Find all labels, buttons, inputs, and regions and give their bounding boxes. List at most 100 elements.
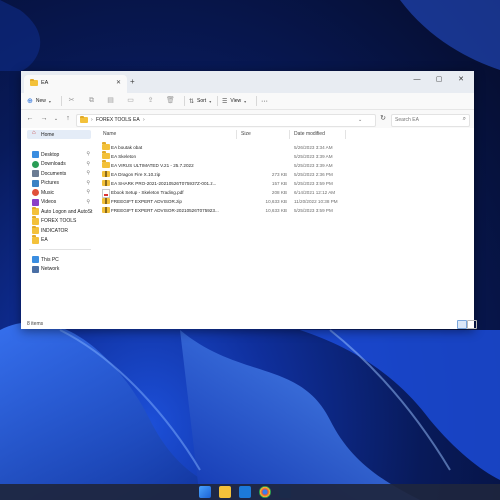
column-divider[interactable] [289,130,290,139]
nav-item-videos[interactable]: Videos ⚲ [27,198,91,207]
nav-item-indicator[interactable]: INDICATOR [27,225,91,235]
pin-icon[interactable]: ⚲ [86,189,90,195]
file-row[interactable]: EA VIRUS ULTIMATED V.21 - 25.7.2022 5/25… [95,160,474,169]
search-input[interactable] [395,116,455,124]
nav-item-network[interactable]: Network [27,265,91,274]
more-options-button[interactable]: ··· [261,96,268,106]
view-icon: ☰ [222,98,228,105]
nav-item-downloads[interactable]: Downloads ⚲ [27,160,91,169]
nav-item-desktop[interactable]: Desktop ⚲ [27,150,91,159]
file-name: FREEGIFT EXPERT ADVISOR.zip [111,198,182,204]
chevron-down-icon[interactable]: ⌄ [358,117,362,123]
file-date: 5/26/2023 3:34 AM [294,144,333,150]
file-name: Ebook Setup - Skeleton Trading.pdf [111,189,184,195]
nav-item-ea[interactable]: EA [27,235,91,245]
sort-button[interactable]: ⇅ Sort ▾ [189,96,211,106]
breadcrumb-ea[interactable]: EA [133,117,140,123]
file-row[interactable]: EA Dragon Fire X.10.zip 273 KB 5/25/2023… [95,170,474,178]
breadcrumb-forex-tools[interactable]: FOREX TOOLS [96,117,131,123]
back-arrow-icon[interactable]: ← [25,114,35,124]
up-arrow-icon[interactable]: ↑ [63,114,73,124]
new-tab-button[interactable]: + [130,77,135,86]
column-header-name[interactable]: Name [103,131,116,137]
column-divider[interactable] [236,130,237,139]
search-box[interactable]: ⌕ [391,114,470,127]
file-date: 11/20/2022 10:38 PM [294,198,338,204]
chrome-icon[interactable] [259,486,271,498]
chevron-down-icon: ▾ [48,98,51,104]
address-bar[interactable]: › FOREX TOOLS › EA › ⌄ [76,114,376,127]
close-tab-icon[interactable]: ✕ [116,79,121,86]
forward-arrow-icon[interactable]: → [39,114,49,124]
recent-chevron-icon[interactable]: ⌄ [51,114,61,124]
nav-item-label: Pictures [41,180,60,186]
file-size: 208 KB [271,189,287,195]
close-window-button[interactable]: ✕ [451,74,471,86]
refresh-icon[interactable]: ↻ [378,114,388,124]
plus-circle-icon: ⊕ [27,98,33,105]
pin-icon[interactable]: ⚲ [86,170,90,176]
maximize-button[interactable]: ▢ [429,74,449,86]
file-date: 6/14/2021 12:12 AM [294,189,336,195]
videos-icon [32,198,39,206]
file-explorer-icon[interactable] [219,486,231,498]
file-date: 5/25/2023 3:39 AM [294,153,333,159]
rename-icon[interactable]: ▭ [126,96,135,105]
nav-item-auto-logon[interactable]: Auto Logon and AutoSt [27,206,92,216]
nav-item-pictures[interactable]: Pictures ⚲ [27,179,91,188]
view-label: View [230,98,242,104]
start-icon[interactable] [199,486,211,498]
download-icon [32,160,39,168]
pin-icon[interactable]: ⚲ [86,161,90,167]
chevron-down-icon: ▾ [244,98,247,104]
file-name: EA SHARK PRO-2021-20210526T075937Z-001.z… [111,180,217,186]
nav-item-forex-tools[interactable]: FOREX TOOLS [27,216,91,226]
column-header-date[interactable]: Date modified [294,131,325,137]
nav-item-music[interactable]: Music ⚲ [27,188,91,197]
file-row[interactable]: EA Skeleton 5/25/2023 3:39 AM [95,151,474,160]
nav-item-label: INDICATOR [41,227,69,234]
new-label: New [35,98,46,104]
cut-icon[interactable]: ✂ [67,96,76,105]
address-row: ← → ⌄ ↑ › FOREX TOOLS › EA › ⌄ ↻ ⌕ [21,110,474,128]
new-button[interactable]: ⊕ New ▾ [27,96,51,106]
file-date: 5/25/2023 2:36 PM [294,171,333,177]
tab-ea[interactable]: EA ✕ [24,75,127,93]
trading-app-icon[interactable] [279,486,291,498]
pin-icon[interactable]: ⚲ [86,199,90,205]
column-header-size[interactable]: Size [241,131,251,137]
chevron-right-icon: › [143,117,145,123]
nav-item-label: Documents [41,170,67,177]
copy-icon[interactable]: ⧉ [87,96,96,105]
nav-item-this-pc[interactable]: This PC [27,255,91,264]
minimize-button[interactable]: — [407,74,427,86]
pin-icon[interactable]: ⚲ [86,180,90,186]
share-icon[interactable]: ⇪ [146,96,155,105]
paste-icon[interactable]: ▤ [106,96,115,105]
nav-item-home[interactable]: ⌂ Home [27,130,91,139]
search-icon: ⌕ [462,116,466,122]
command-bar: ⊕ New ▾ ✂ ⧉ ▤ ▭ ⇪ 🗑 ⇅ Sort ▾ ☰ View ▾ ··… [21,93,474,110]
item-count: 8 items [27,321,44,327]
folder-icon [32,206,39,215]
file-row[interactable]: Ebook Setup - Skeleton Trading.pdf 208 K… [95,188,474,198]
nav-item-label: Home [41,131,55,138]
file-row[interactable]: EA boutak obat 5/26/2023 3:34 AM [95,142,474,151]
view-button[interactable]: ☰ View ▾ [222,96,246,106]
details-view-icon[interactable] [457,320,467,329]
folder-icon [102,160,110,168]
nav-item-label: Videos [41,199,57,205]
nav-item-documents[interactable]: Documents ⚲ [27,169,91,178]
file-row[interactable]: EA SHARK PRO-2021-20210526T075937Z-001.z… [95,179,474,187]
store-icon[interactable] [239,486,251,498]
tiles-view-icon[interactable] [467,320,477,329]
folder-icon [32,235,39,244]
pin-icon[interactable]: ⚲ [86,151,90,157]
file-name: EA Skeleton [111,153,137,159]
column-divider[interactable] [345,130,346,139]
file-row[interactable]: FREEGIFT EXPERT ADVISOR.zip 10,633 KB 11… [95,197,474,205]
file-row[interactable]: FREEGIFT EXPERT ADVISOR-20210526T075923.… [95,206,474,214]
tab-label: EA [41,80,49,86]
file-size: 157 KB [271,180,287,186]
delete-icon[interactable]: 🗑 [166,96,175,105]
